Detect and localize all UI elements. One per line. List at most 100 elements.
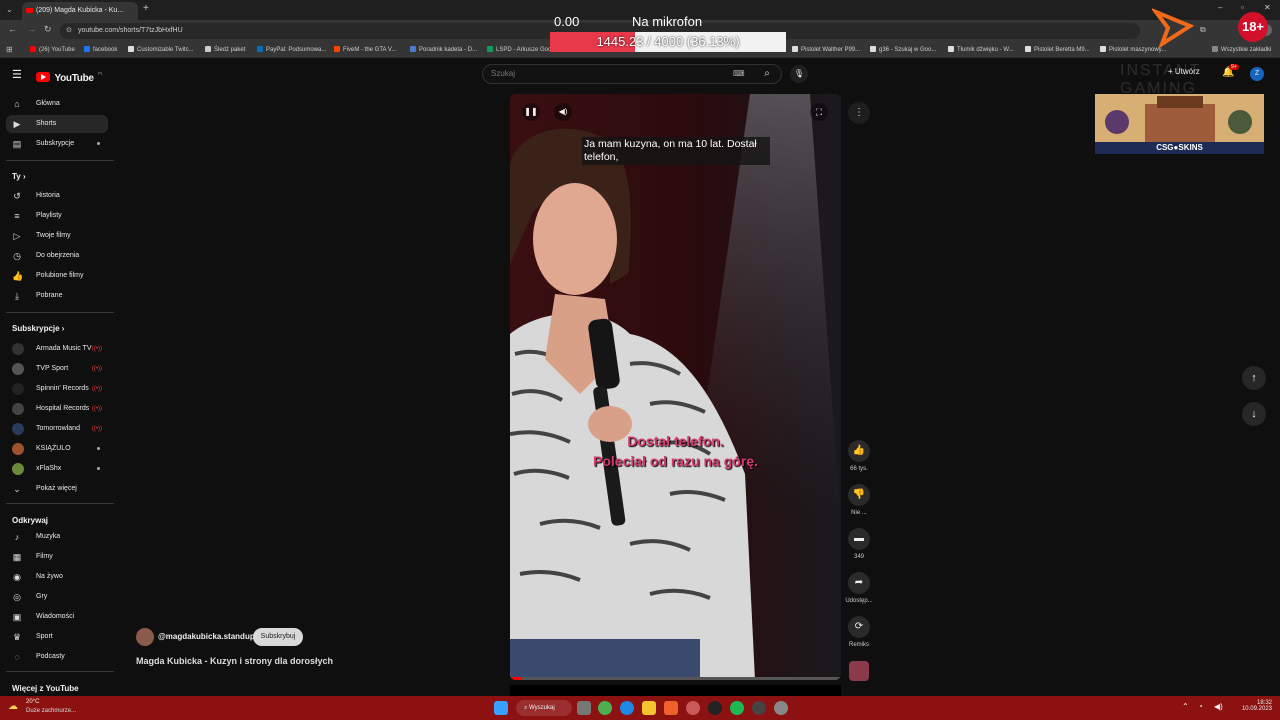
sidebar-channel[interactable]: TVP Sport ((•)) — [6, 360, 108, 378]
sidebar-item-home[interactable]: ⌂ Główna — [6, 95, 108, 113]
github-icon[interactable] — [708, 701, 722, 715]
account-avatar[interactable]: Z — [1250, 67, 1264, 81]
sidebar-item-watch-later[interactable]: ◷ Do obejrzenia — [6, 247, 108, 265]
settings-icon[interactable] — [774, 701, 788, 715]
previous-short-button[interactable]: ↑ — [1242, 366, 1266, 390]
pause-icon[interactable]: ❚❚ — [522, 103, 540, 121]
next-short-button[interactable]: ↓ — [1242, 402, 1266, 426]
bookmark-item[interactable]: Śledź paket — [205, 42, 245, 58]
speaker-icon[interactable]: ◀) — [1214, 702, 1223, 711]
close-window-icon[interactable]: ✕ — [1264, 3, 1271, 12]
fullscreen-icon[interactable]: ⛶ — [810, 103, 828, 121]
sidebar-item-live[interactable]: ◉ Na żywo — [6, 568, 108, 586]
voice-search-icon[interactable]: 🎙 — [790, 65, 808, 83]
sidebar-item-playlists[interactable]: ≡ Playlisty — [6, 207, 108, 225]
subscriptions-section-header[interactable]: Subskrypcje › — [12, 324, 64, 333]
brave-icon[interactable] — [664, 701, 678, 715]
sidebar-item-gaming[interactable]: ◎ Gry — [6, 588, 108, 606]
share-icon: ➦ — [848, 572, 870, 594]
subscribe-button[interactable]: Subskrybuj — [253, 628, 303, 646]
trophy-icon: ♛ — [12, 632, 22, 642]
channel-name: Armada Music TV — [36, 345, 92, 352]
extensions-icon[interactable]: ⧉ — [1200, 25, 1206, 35]
channel-name: Spinnin' Records — [36, 385, 89, 392]
bookmark-item[interactable]: Pistolet Beretta M9... — [1025, 42, 1090, 58]
all-bookmarks[interactable]: Wszystkie zakładki — [1212, 42, 1271, 58]
keyboard-icon[interactable]: ⌨ — [733, 65, 745, 83]
share-button[interactable]: ➦ Udostęp... — [845, 572, 873, 604]
you-section-header[interactable]: Ty › — [12, 172, 26, 181]
bookmark-item[interactable]: FiveM - the GTA V... — [334, 42, 396, 58]
sidebar-divider — [6, 160, 114, 161]
bookmark-item[interactable]: Pistolet Walther P99... — [792, 42, 860, 58]
tray-chevron-icon[interactable]: ⌃ — [1182, 702, 1189, 711]
like-button[interactable]: 👍 66 tys. — [847, 440, 871, 472]
apps-icon[interactable]: ⊞ — [6, 45, 13, 54]
sidebar-item-podcasts[interactable]: ◌ Podcasty — [6, 648, 108, 666]
more-options-icon[interactable]: ⋮ — [848, 102, 870, 124]
forward-icon[interactable]: → — [27, 24, 36, 34]
sidebar-item-movies[interactable]: ▦ Filmy — [6, 548, 108, 566]
sidebar-channel[interactable]: KSIĄŻULO — [6, 440, 108, 458]
sound-thumbnail[interactable] — [849, 661, 869, 681]
search-input[interactable]: Szukaj ⌨ — [482, 64, 782, 84]
channel-handle[interactable]: @magdakubicka.standup — [158, 632, 255, 641]
clock[interactable]: 18:32 10.09.2023 — [1238, 700, 1272, 712]
browser-tab[interactable]: (209) Magda Kubicka - Ku... — [22, 2, 138, 20]
section-title: Odkrywaj — [12, 516, 49, 525]
edge-icon[interactable] — [620, 701, 634, 715]
ad-banner[interactable]: CSG●SKINS — [1095, 94, 1264, 154]
sidebar-channel[interactable]: Tomorrowland ((•)) — [6, 420, 108, 438]
sidebar-channel[interactable]: Hospital Records ((•)) — [6, 400, 108, 418]
new-tab-icon[interactable]: + — [143, 3, 149, 14]
bookmark-item[interactable]: Customizable Twitc... — [128, 42, 194, 58]
live-icon: ◉ — [13, 572, 21, 582]
volume-icon[interactable]: ◀) — [554, 103, 572, 121]
sidebar-item-downloads[interactable]: ⤓ Pobrane — [6, 287, 108, 305]
playlist-icon: ≡ — [14, 211, 20, 221]
site-info-icon[interactable]: ⊙ — [66, 23, 72, 39]
chrome-icon[interactable] — [598, 701, 612, 715]
weather-temp: 20°C — [26, 699, 40, 705]
task-view-icon[interactable] — [577, 701, 591, 715]
shorts-player[interactable]: ❚❚ ◀) ⛶ — [510, 94, 841, 680]
channel-avatar — [12, 423, 24, 435]
file-explorer-icon[interactable] — [642, 701, 656, 715]
back-icon[interactable]: ← — [8, 24, 17, 34]
bookmark-item[interactable]: LSPD - Arkusze Goo... — [487, 42, 556, 58]
minimize-icon[interactable]: – — [1218, 3, 1222, 12]
sidebar-channel[interactable]: xFlaShx — [6, 460, 108, 478]
bookmark-item[interactable]: (26) YouTube — [30, 42, 75, 58]
dislike-button[interactable]: 👎 Nie ... — [847, 484, 871, 516]
wifi-icon[interactable]: ◔ — [1198, 702, 1203, 711]
sidebar-channel[interactable]: Armada Music TV ((•)) — [6, 340, 108, 358]
maximize-icon[interactable]: ▫ — [1241, 3, 1244, 12]
sidebar-item-subscriptions[interactable]: ▤ Subskrypcje — [6, 135, 108, 153]
app-icon[interactable] — [686, 701, 700, 715]
search-button[interactable]: ⌕ — [756, 66, 778, 82]
bookmark-item[interactable]: g36 - Szukaj w Goo... — [870, 42, 936, 58]
sidebar-item-liked[interactable]: 👍 Polubione filmy — [6, 267, 108, 285]
comments-button[interactable]: ▬ 349 — [847, 528, 871, 560]
show-more-button[interactable]: ⌄ Pokaż więcej — [6, 480, 108, 498]
bookmark-item[interactable]: Tłumik dźwięku - W... — [948, 42, 1014, 58]
channel-avatar[interactable] — [136, 628, 154, 646]
sidebar-channel[interactable]: Spinnin' Records ((•)) — [6, 380, 108, 398]
spotify-icon[interactable] — [730, 701, 744, 715]
remix-button[interactable]: ⟳ Remiks — [847, 616, 871, 648]
sidebar-item-sport[interactable]: ♛ Sport — [6, 628, 108, 646]
bookmark-item[interactable]: PayPal: Podsumowa... — [257, 42, 326, 58]
start-icon[interactable] — [494, 701, 508, 715]
tab-menu-icon[interactable]: ⌄ — [6, 5, 13, 14]
sidebar-item-your-videos[interactable]: ▷ Twoje filmy — [6, 227, 108, 245]
video-progress-bar[interactable] — [510, 677, 841, 680]
sidebar-item-history[interactable]: ↺ Historia — [6, 187, 108, 205]
taskbar-search[interactable]: ⌕ Wyszukaj — [516, 700, 572, 716]
sidebar-item-music[interactable]: ♪ Muzyka — [6, 528, 108, 546]
sidebar-item-shorts[interactable]: ▶ Shorts — [6, 115, 108, 133]
bookmark-item[interactable]: facebook — [84, 42, 117, 58]
obs-icon[interactable] — [752, 701, 766, 715]
reload-icon[interactable]: ↻ — [44, 24, 52, 35]
sidebar-item-news[interactable]: ▣ Wiadomości — [6, 608, 108, 626]
bookmark-item[interactable]: Poradnik kadeta - D... — [410, 42, 477, 58]
